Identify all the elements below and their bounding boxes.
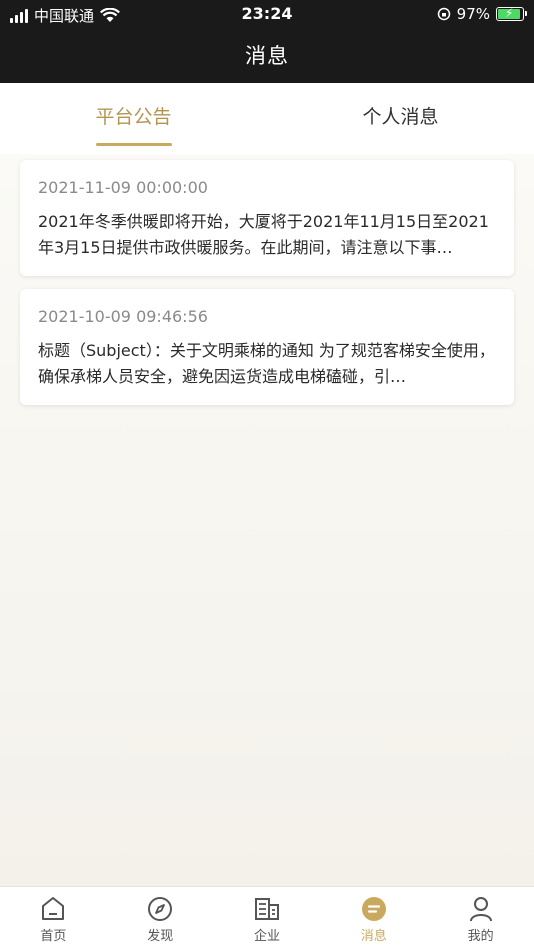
page-title: 消息	[245, 44, 289, 68]
tabbar-item-home[interactable]: 首页	[0, 887, 107, 951]
message-preview: 标题（Subject）：关于文明乘梯的通知 为了规范客梯安全使用，确保承梯人员安…	[38, 341, 495, 386]
message-date: 2021-11-09 00:00:00	[38, 178, 208, 197]
active-tab-indicator	[96, 143, 172, 146]
tab-personal-messages[interactable]: 个人消息	[267, 83, 534, 154]
tabbar-label: 首页	[40, 929, 67, 944]
tab-label: 平台公告	[95, 106, 172, 128]
message-list: 2021-11-09 00:00:00 2021年冬季供暖即将开始，大厦将于20…	[0, 154, 534, 886]
tab-bar: 平台公告 个人消息	[0, 83, 534, 154]
tabbar-item-enterprise[interactable]: 企业	[214, 887, 321, 951]
tab-platform-announcements[interactable]: 平台公告	[0, 83, 267, 154]
tab-label: 个人消息	[362, 106, 439, 128]
tabbar-item-discover[interactable]: 发现	[107, 887, 214, 951]
tabbar-label: 企业	[253, 929, 280, 944]
user-icon	[469, 897, 492, 922]
message-card[interactable]: 2021-11-09 00:00:00 2021年冬季供暖即将开始，大厦将于20…	[20, 160, 514, 276]
tabbar-label: 消息	[360, 929, 387, 944]
battery-percent: 97%	[456, 5, 490, 23]
building-icon	[254, 898, 279, 920]
top-bar: 中国联通 23:24 97% ⚡ 消息	[0, 0, 534, 83]
message-card[interactable]: 2021-10-09 09:46:56 标题（Subject）：关于文明乘梯的通…	[20, 289, 514, 405]
message-icon	[361, 897, 386, 921]
orientation-lock-icon	[437, 7, 450, 21]
bottom-tab-bar: 首页 发现 企业 消息 我的	[0, 886, 534, 951]
tabbar-label: 我的	[467, 929, 494, 944]
message-date: 2021-10-09 09:46:56	[38, 307, 208, 326]
tabbar-label: 发现	[147, 929, 174, 944]
home-icon	[42, 897, 65, 920]
message-preview: 2021年冬季供暖即将开始，大厦将于2021年11月15日至2021年3月15日…	[38, 212, 489, 257]
status-bar: 中国联通 23:24 97% ⚡	[0, 0, 534, 28]
compass-icon	[148, 897, 173, 921]
tabbar-item-me[interactable]: 我的	[427, 887, 534, 951]
battery-icon: ⚡	[496, 6, 527, 21]
tabbar-item-messages[interactable]: 消息	[320, 887, 427, 951]
